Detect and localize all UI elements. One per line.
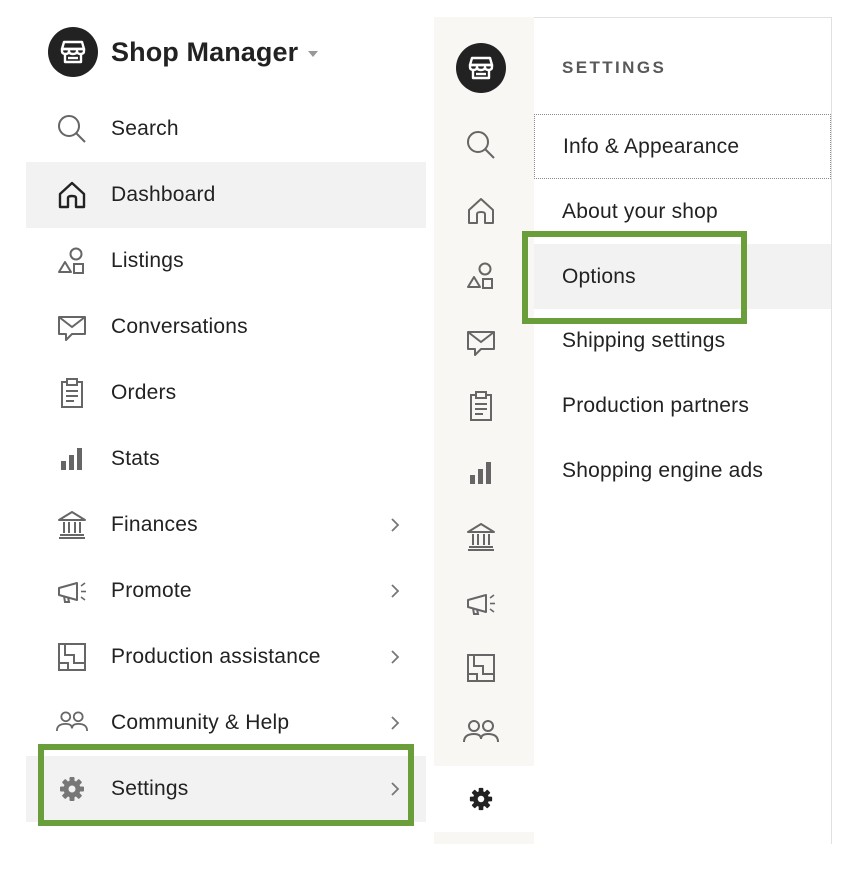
nav-item-label: Stats <box>111 447 160 470</box>
shop-logo-icon <box>48 27 98 77</box>
nav-item-dashboard[interactable]: Dashboard <box>26 162 426 228</box>
settings-item-label: Shopping engine ads <box>562 458 764 482</box>
bar-chart-icon <box>56 443 88 475</box>
nav-item-label: Search <box>111 117 179 140</box>
chevron-right-icon <box>388 580 402 602</box>
nav-item-community-help[interactable]: Community & Help <box>26 690 426 756</box>
nav-item-conversations[interactable]: Conversations <box>26 294 426 360</box>
chevron-right-icon <box>388 514 402 536</box>
settings-item-label: Shipping settings <box>562 328 726 352</box>
search-icon[interactable] <box>464 128 498 162</box>
settings-item-about-your-shop[interactable]: About your shop <box>534 179 831 244</box>
chevron-right-icon <box>388 778 402 800</box>
production-icon <box>56 641 88 673</box>
settings-heading: SETTINGS <box>562 58 667 77</box>
home-icon[interactable] <box>464 194 498 228</box>
shop-manager-sidebar: Shop Manager Search Dashboard Listings C… <box>26 0 426 872</box>
caret-down-icon[interactable] <box>308 51 319 57</box>
nav-item-label: Conversations <box>111 315 248 338</box>
clipboard-icon[interactable] <box>464 389 498 423</box>
nav-item-orders[interactable]: Orders <box>26 360 426 426</box>
clipboard-icon <box>56 377 88 409</box>
settings-item-label: Options <box>562 264 636 288</box>
shapes-icon[interactable] <box>464 259 498 293</box>
nav-item-label: Finances <box>111 513 198 536</box>
nav-item-label: Promote <box>111 579 192 602</box>
nav-item-listings[interactable]: Listings <box>26 228 426 294</box>
settings-item-shipping-settings[interactable]: Shipping settings <box>534 308 831 373</box>
nav-item-finances[interactable]: Finances <box>26 492 426 558</box>
settings-item-info-appearance[interactable]: Info & Appearance <box>534 114 831 179</box>
nav-item-label: Dashboard <box>111 183 216 206</box>
gear-icon[interactable] <box>464 782 498 816</box>
message-icon <box>56 311 88 343</box>
nav-item-promote[interactable]: Promote <box>26 558 426 624</box>
chevron-right-icon <box>388 646 402 668</box>
nav-item-label: Orders <box>111 381 177 404</box>
nav-item-search[interactable]: Search <box>26 96 426 162</box>
settings-item-shopping-engine-ads[interactable]: Shopping engine ads <box>534 438 831 503</box>
shop-logo-icon[interactable] <box>456 43 506 93</box>
settings-item-label: About your shop <box>562 199 718 223</box>
chevron-right-icon <box>388 712 402 734</box>
megaphone-icon <box>56 575 88 607</box>
nav-item-label: Production assistance <box>111 645 321 668</box>
shop-manager-title: Shop Manager <box>111 36 299 67</box>
bank-icon[interactable] <box>464 520 498 554</box>
nav-item-label: Community & Help <box>111 711 290 734</box>
settings-submenu: SETTINGS Info & Appearance About your sh… <box>534 17 832 844</box>
people-icon <box>56 707 88 739</box>
shapes-icon <box>56 245 88 277</box>
home-icon <box>56 179 88 211</box>
bar-chart-icon[interactable] <box>464 456 498 490</box>
settings-item-label: Production partners <box>562 393 750 417</box>
production-icon[interactable] <box>464 651 498 685</box>
gear-icon <box>56 773 88 805</box>
collapsed-icon-rail <box>434 17 534 844</box>
nav-item-stats[interactable]: Stats <box>26 426 426 492</box>
settings-item-production-partners[interactable]: Production partners <box>534 373 831 438</box>
bank-icon <box>56 509 88 541</box>
shop-manager-header[interactable]: Shop Manager <box>48 27 319 77</box>
megaphone-icon[interactable] <box>464 586 498 620</box>
nav-item-settings[interactable]: Settings <box>26 756 426 822</box>
nav-item-production-assistance[interactable]: Production assistance <box>26 624 426 690</box>
nav-item-label: Listings <box>111 249 184 272</box>
search-icon <box>56 113 88 145</box>
settings-item-options[interactable]: Options <box>534 244 831 309</box>
people-icon[interactable] <box>462 716 500 750</box>
message-icon[interactable] <box>464 325 498 359</box>
settings-item-label: Info & Appearance <box>563 134 740 158</box>
nav-item-label: Settings <box>111 777 189 800</box>
